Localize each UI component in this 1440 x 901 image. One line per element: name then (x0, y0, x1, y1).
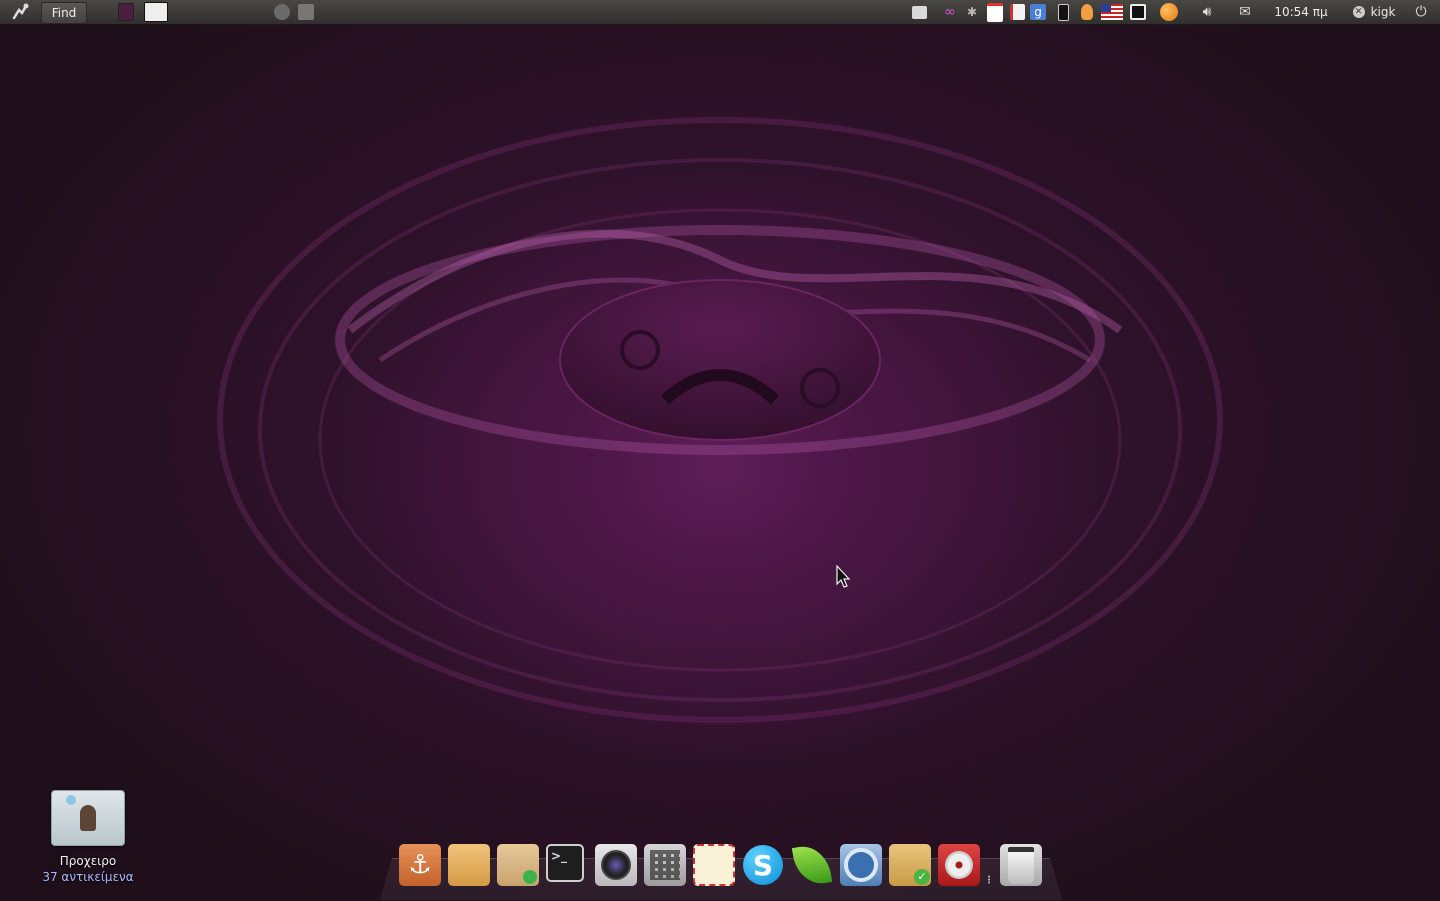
terminal-icon[interactable]: >_ (546, 844, 584, 882)
mail-envelope-icon[interactable] (693, 844, 735, 886)
user-menu[interactable]: ✕ kigk (1348, 0, 1400, 24)
infinity-icon[interactable]: ∞ (940, 0, 960, 24)
package-installer-icon[interactable] (497, 844, 539, 886)
user-name: kigk (1370, 5, 1396, 19)
clock[interactable]: 10:54 πμ (1268, 0, 1334, 24)
user-status-icon: ✕ (1352, 6, 1365, 18)
battery-icon[interactable] (1054, 0, 1072, 24)
desktop-wallpaper (0, 0, 1440, 900)
power-icon[interactable]: ⏻ (1410, 0, 1432, 24)
lightbulb-icon[interactable] (1078, 0, 1096, 24)
gmail-icon[interactable] (984, 0, 1006, 24)
dock-separator: ⋮ (984, 874, 994, 886)
home-folder-icon[interactable]: ✓ (889, 844, 931, 886)
folder-icon[interactable] (448, 844, 490, 886)
skype-icon[interactable]: S (742, 844, 784, 886)
orange-sphere-icon[interactable] (1158, 0, 1180, 24)
camera-icon[interactable] (595, 844, 637, 886)
terminal-glyph: >_ (551, 849, 568, 863)
folder-name: Προχειρο (59, 854, 117, 868)
gnome-foot-icon[interactable] (6, 0, 34, 24)
folder-item-count: 37 αντικείμενα (42, 870, 134, 884)
anchor-icon[interactable]: ⚓ (399, 844, 441, 886)
trash-icon[interactable] (1000, 844, 1042, 886)
wallpaper-art (217, 117, 1223, 723)
clapperboard-icon[interactable] (144, 0, 168, 24)
calculator-icon[interactable] (644, 844, 686, 886)
folder-icon (51, 790, 125, 846)
desktop-folder[interactable]: Προχειρο 37 αντικείμενα (40, 790, 136, 884)
disk-icon[interactable] (910, 0, 928, 24)
color-swatch-icon[interactable] (118, 0, 134, 24)
leaf-icon[interactable] (791, 842, 833, 888)
mail-icon[interactable]: ✉ (1234, 0, 1256, 24)
window-icon[interactable] (296, 0, 316, 24)
info-icon[interactable] (1008, 0, 1026, 24)
top-panel: Find ∞ ✱ g 🔊︎ ✉ 10:54 πμ ✕ kigk ⏻ (0, 0, 1440, 25)
volume-icon[interactable]: 🔊︎ (1196, 0, 1218, 24)
google-icon[interactable]: g (1028, 0, 1048, 24)
us-flag-icon[interactable] (1100, 0, 1124, 24)
screen-icon[interactable] (1128, 0, 1148, 24)
browser-window-icon[interactable] (272, 0, 292, 24)
bluetooth-icon[interactable]: ✱ (964, 0, 980, 24)
find-button[interactable]: Find (41, 2, 87, 24)
skype-glyph: S (743, 845, 783, 885)
chromium-icon[interactable] (840, 844, 882, 886)
mouse-cursor-icon (836, 565, 851, 588)
music-player-icon[interactable] (938, 844, 980, 886)
